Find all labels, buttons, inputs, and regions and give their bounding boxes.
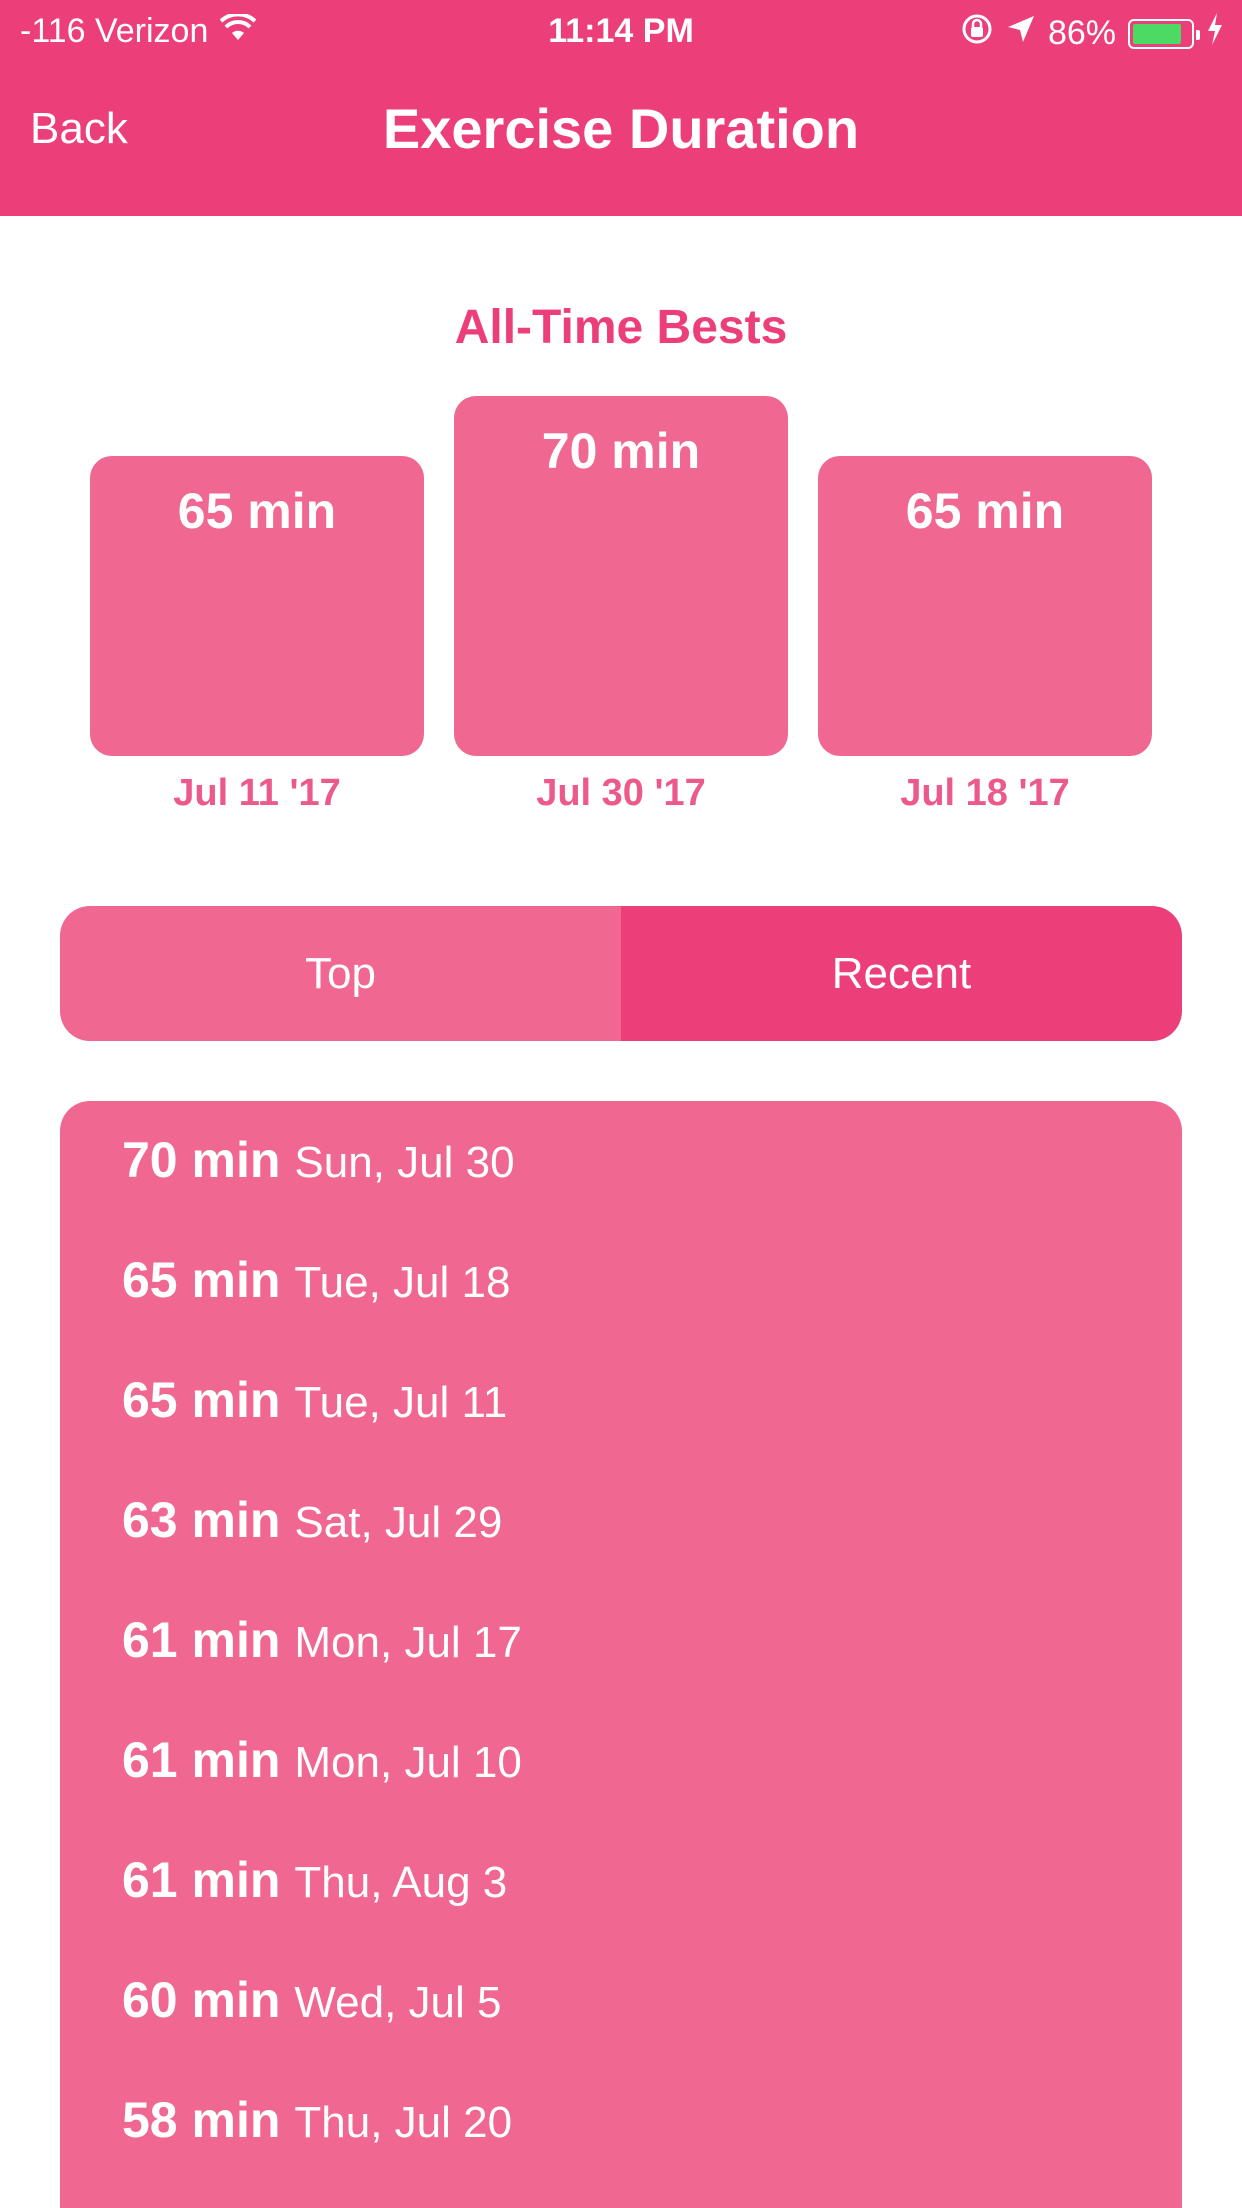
tab-recent[interactable]: Recent: [621, 906, 1182, 1041]
best-value: 65 min: [905, 483, 1065, 539]
list-item-date: Tue, Jul 11: [294, 1378, 508, 1427]
bests-title: All-Time Bests: [454, 301, 788, 354]
list-item[interactable]: 63 min Sat, Jul 29: [122, 1491, 502, 1571]
header-bar: -116 Verizon 11:14 PM 86% Back Exercise …: [0, 0, 1242, 216]
list-item-date: Mon, Jul 17: [294, 1618, 522, 1667]
page-title: Exercise Duration: [382, 97, 860, 160]
charging-bolt-icon: [1206, 13, 1224, 54]
best-value: 70 min: [541, 423, 701, 479]
best-bar: 65 min: [818, 456, 1152, 756]
list-item-value: 60 min: [122, 1972, 281, 2028]
list-item[interactable]: 60 min Wed, Jul 5: [122, 1971, 501, 2051]
list-item-date: Sat, Jul 29: [294, 1498, 503, 1547]
list-item-date: Thu, Jul 20: [294, 2098, 513, 2147]
list-item-value: 65 min: [122, 1372, 281, 1428]
list-item[interactable]: 61 min Mon, Jul 10: [122, 1731, 522, 1811]
list-item[interactable]: 58 min Thu, Jul 20: [122, 2091, 512, 2171]
rotation-lock-icon: [960, 12, 994, 55]
list-item-value: 58 min: [122, 2092, 281, 2148]
segmented-control: Top Recent: [60, 906, 1182, 1041]
list-item-value: 61 min: [122, 1612, 281, 1668]
records-list: 70 min Sun, Jul 30 65 min Tue, Jul 18 65…: [60, 1101, 1182, 2208]
tab-top[interactable]: Top: [60, 906, 621, 1041]
list-item[interactable]: 65 min Tue, Jul 18: [122, 1251, 510, 1331]
list-item-value: 61 min: [122, 1852, 281, 1908]
status-right: 86%: [960, 12, 1224, 55]
list-item-value: 65 min: [122, 1252, 281, 1308]
list-item-value: 63 min: [122, 1492, 281, 1548]
status-bar: -116 Verizon 11:14 PM 86%: [0, 0, 1242, 62]
list-item[interactable]: 65 min Tue, Jul 11: [122, 1371, 507, 1451]
list-item-date: Tue, Jul 18: [294, 1258, 511, 1307]
list-item-date: Mon, Jul 10: [294, 1738, 522, 1787]
list-item-value: 70 min: [122, 1132, 281, 1188]
best-date: Jul 18 '17: [900, 772, 1070, 814]
list-item-date: Wed, Jul 5: [294, 1978, 502, 2027]
list-item[interactable]: 61 min Mon, Jul 17: [122, 1611, 522, 1691]
best-date: Jul 30 '17: [536, 772, 706, 814]
battery-icon: [1128, 18, 1200, 49]
battery-percent: 86%: [1047, 14, 1116, 52]
location-arrow-icon: [1006, 14, 1036, 53]
best-value: 65 min: [177, 483, 337, 539]
list-item[interactable]: 61 min Thu, Aug 3: [122, 1851, 507, 1931]
list-item-date: Sun, Jul 30: [294, 1138, 515, 1187]
list-item-date: Thu, Aug 3: [294, 1858, 508, 1907]
list-item[interactable]: 70 min Sun, Jul 30: [122, 1131, 515, 1211]
best-bar: 65 min: [90, 456, 424, 756]
best-date: Jul 11 '17: [173, 772, 341, 814]
best-bar: 70 min: [454, 396, 788, 756]
list-item-value: 61 min: [122, 1732, 281, 1788]
